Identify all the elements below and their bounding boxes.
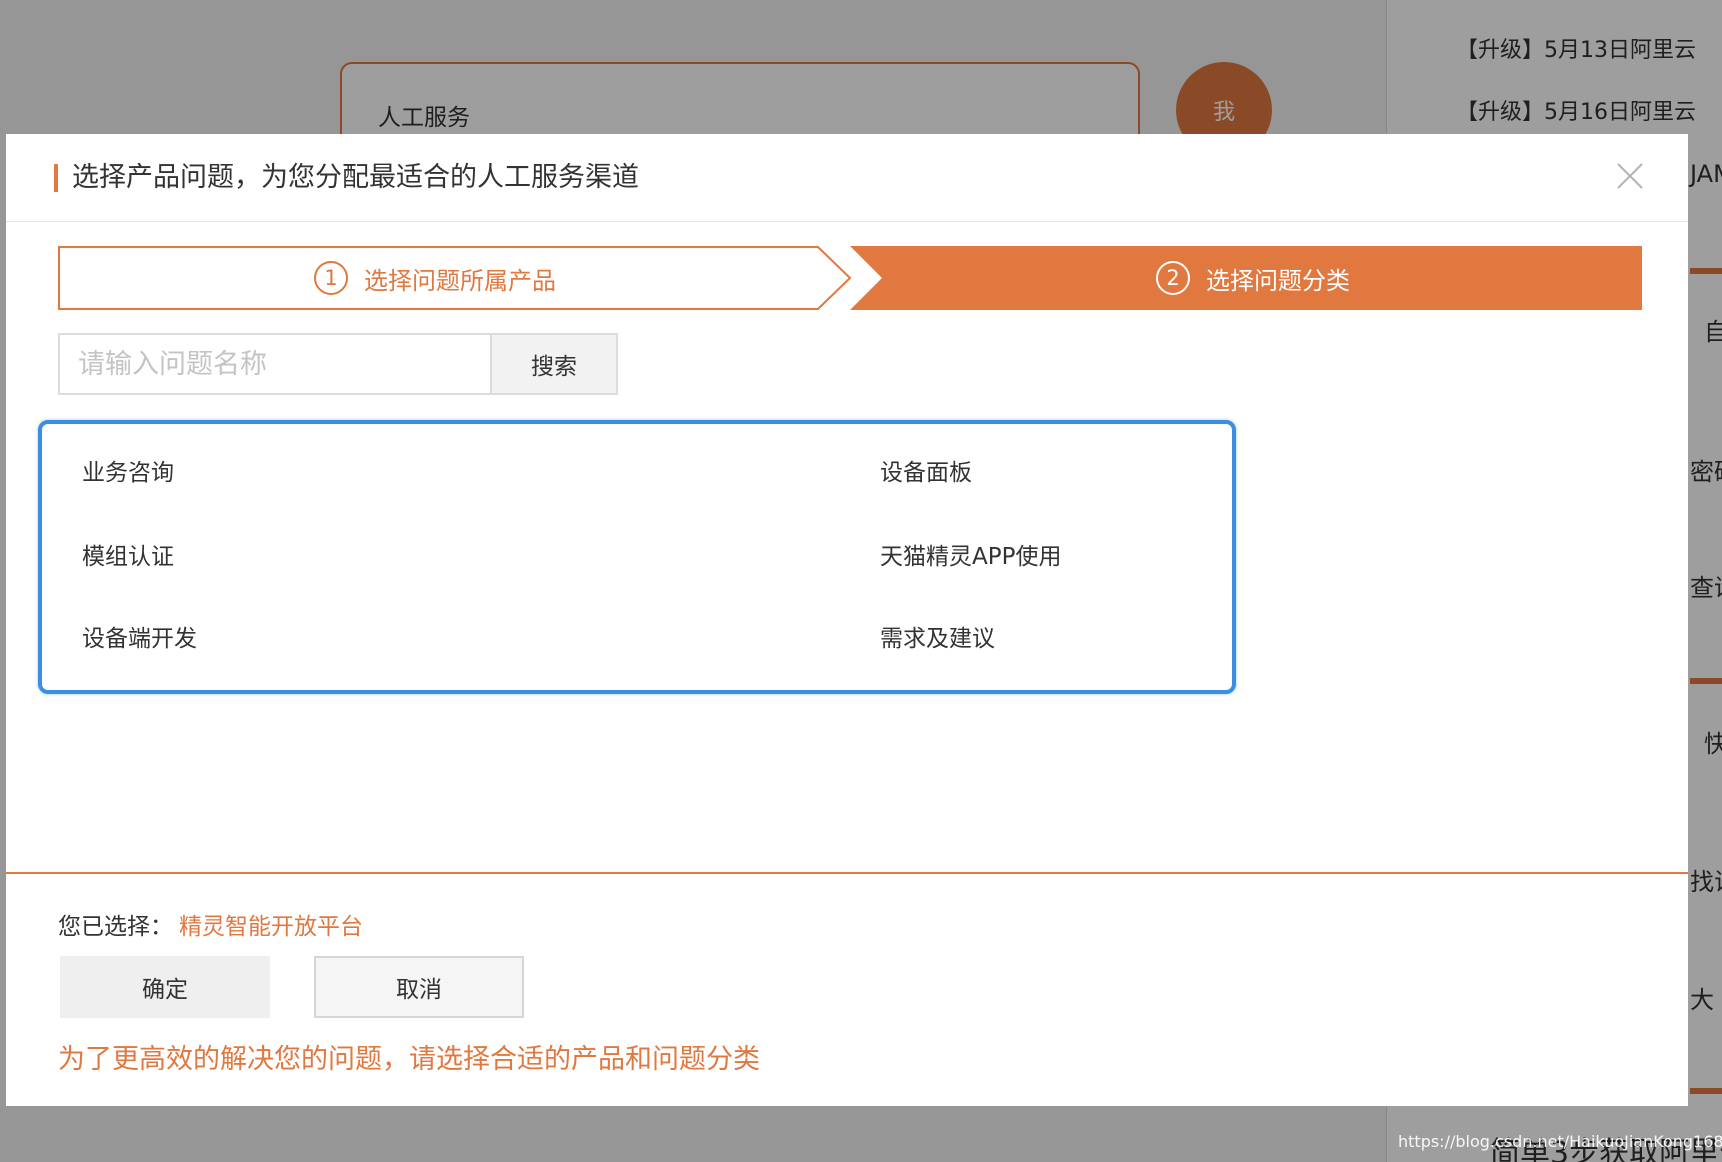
- step-number: 2: [1156, 261, 1190, 295]
- step-select-product[interactable]: 1 选择问题所属产品: [314, 246, 556, 310]
- step-label: 选择问题分类: [1206, 266, 1350, 295]
- step-label: 选择问题所属产品: [364, 266, 556, 295]
- modal-header: 选择产品问题，为您分配最适合的人工服务渠道: [6, 134, 1688, 222]
- selected-product: 您已选择： 精灵智能开放平台: [58, 910, 363, 944]
- step-select-category[interactable]: 2 选择问题分类: [1156, 246, 1350, 310]
- service-channel-modal: 选择产品问题，为您分配最适合的人工服务渠道 1 选择问题所属产品 2 选择问题分…: [6, 134, 1688, 1106]
- chevron-right-icon: [58, 246, 1642, 310]
- close-button[interactable]: [1610, 156, 1650, 196]
- category-item[interactable]: 设备面板: [880, 456, 972, 490]
- hint-text: 为了更高效的解决您的问题，请选择合适的产品和问题分类: [58, 1044, 760, 1075]
- step-indicator: 1 选择问题所属产品 2 选择问题分类: [58, 246, 1642, 310]
- search-button[interactable]: 搜索: [490, 333, 618, 395]
- cancel-button[interactable]: 取消: [314, 956, 524, 1018]
- search-input[interactable]: [58, 333, 490, 395]
- watermark: https://blog.csdn.net/HaikuoJianKong1682: [1398, 1132, 1722, 1151]
- category-item[interactable]: 需求及建议: [880, 622, 995, 656]
- category-item[interactable]: 业务咨询: [82, 456, 174, 490]
- modal-title: 选择产品问题，为您分配最适合的人工服务渠道: [72, 162, 639, 193]
- category-item[interactable]: 模组认证: [82, 540, 174, 574]
- selected-label: 您已选择：: [58, 914, 173, 940]
- category-item[interactable]: 天猫精灵APP使用: [880, 540, 1061, 574]
- close-icon: [1617, 163, 1643, 189]
- category-list: 业务咨询 设备面板 模组认证 天猫精灵APP使用 设备端开发 需求及建议: [38, 420, 1236, 694]
- title-accent-bar: [54, 164, 58, 192]
- screen: 人工服务 我 【升级】5月13日阿里云 【升级】5月16日阿里云 JAM 自 密…: [0, 0, 1722, 1162]
- step-number: 1: [314, 261, 348, 295]
- selected-value: 精灵智能开放平台: [179, 914, 363, 940]
- confirm-button[interactable]: 确定: [60, 956, 270, 1018]
- category-item[interactable]: 设备端开发: [82, 622, 197, 656]
- footer-divider: [6, 872, 1688, 874]
